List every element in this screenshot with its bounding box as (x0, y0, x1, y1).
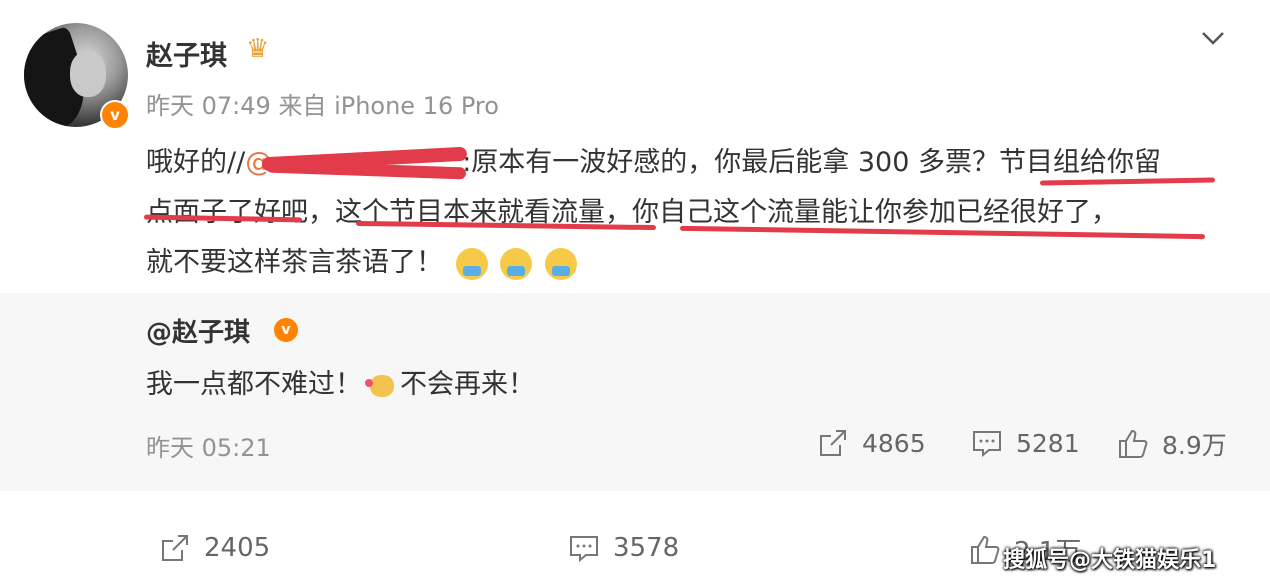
text-line2a: 点面子了好 (146, 197, 281, 228)
comment-count: 3578 (613, 533, 680, 563)
post-meta: 昨天 07:49 来自 iPhone 16 Pro (146, 86, 499, 121)
text-prefix: 哦好的// (146, 147, 246, 178)
crying-emoji-icon (455, 247, 488, 280)
text-line2e: 你自己这个流量能让你参加已经很好了 (632, 197, 1091, 228)
quoted-comment-button[interactable]: 5281 (970, 426, 1080, 460)
quoted-text-b: 不会再来！ (400, 369, 535, 400)
quoted-comment-count: 5281 (1016, 428, 1080, 458)
text-line2b: 吧， (281, 197, 335, 228)
quoted-like-button[interactable]: 8.9万 (1116, 426, 1227, 462)
comment-button[interactable]: 3578 (567, 531, 679, 565)
redaction-scribble (272, 150, 462, 178)
verified-badge-icon: v (100, 100, 130, 130)
verified-badge-icon: v (274, 318, 298, 342)
thumbs-up-icon (971, 535, 1000, 564)
quoted-text: 我一点都不难过！ 不会再来！ (146, 362, 535, 401)
comment-icon (570, 536, 598, 563)
repost-button[interactable]: 2405 (158, 531, 270, 565)
quoted-repost-count: 4865 (862, 428, 926, 458)
author-name[interactable]: 赵子琪 (146, 34, 227, 73)
crying-emoji-icon (544, 247, 577, 280)
repost-count: 2405 (204, 533, 271, 563)
quoted-repost-button[interactable]: 4865 (816, 426, 926, 460)
quoted-text-a: 我一点都不难过！ (146, 369, 362, 400)
repost-icon (820, 430, 846, 456)
text-part2: 节目组给你留 (999, 147, 1161, 178)
avatar-face (70, 51, 106, 97)
text-line3: 就不要这样茶言茶语了！ (146, 247, 443, 278)
repost-icon (162, 535, 188, 561)
cat-emoji-icon (364, 371, 398, 401)
text-part1: :原本有一波好感的，你最后能拿 300 多票？ (462, 147, 999, 178)
quoted-like-count: 8.9万 (1162, 431, 1227, 460)
crown-badge-icon[interactable]: ♛ (246, 34, 269, 64)
text-line2f: ， (1091, 197, 1118, 228)
post-text: 哦好的//@:原本有一波好感的，你最后能拿 300 多票？节目组给你留 点面子了… (146, 138, 1226, 288)
chevron-down-icon[interactable] (1199, 27, 1227, 51)
quoted-time[interactable]: 昨天 05:21 (146, 428, 271, 463)
post-source: 来自 iPhone 16 Pro (278, 92, 499, 120)
quoted-author-name[interactable]: @赵子琪 (146, 312, 250, 349)
post-line-3: 就不要这样茶言茶语了！ (146, 238, 1226, 288)
crying-emoji-icon (500, 247, 533, 280)
comment-icon (973, 431, 1001, 458)
text-line2d: ， (605, 197, 632, 228)
watermark: 搜狐号@大铁猫娱乐1 (1003, 548, 1217, 573)
thumbs-up-icon (1119, 429, 1148, 458)
post-time[interactable]: 昨天 07:49 (146, 92, 271, 120)
